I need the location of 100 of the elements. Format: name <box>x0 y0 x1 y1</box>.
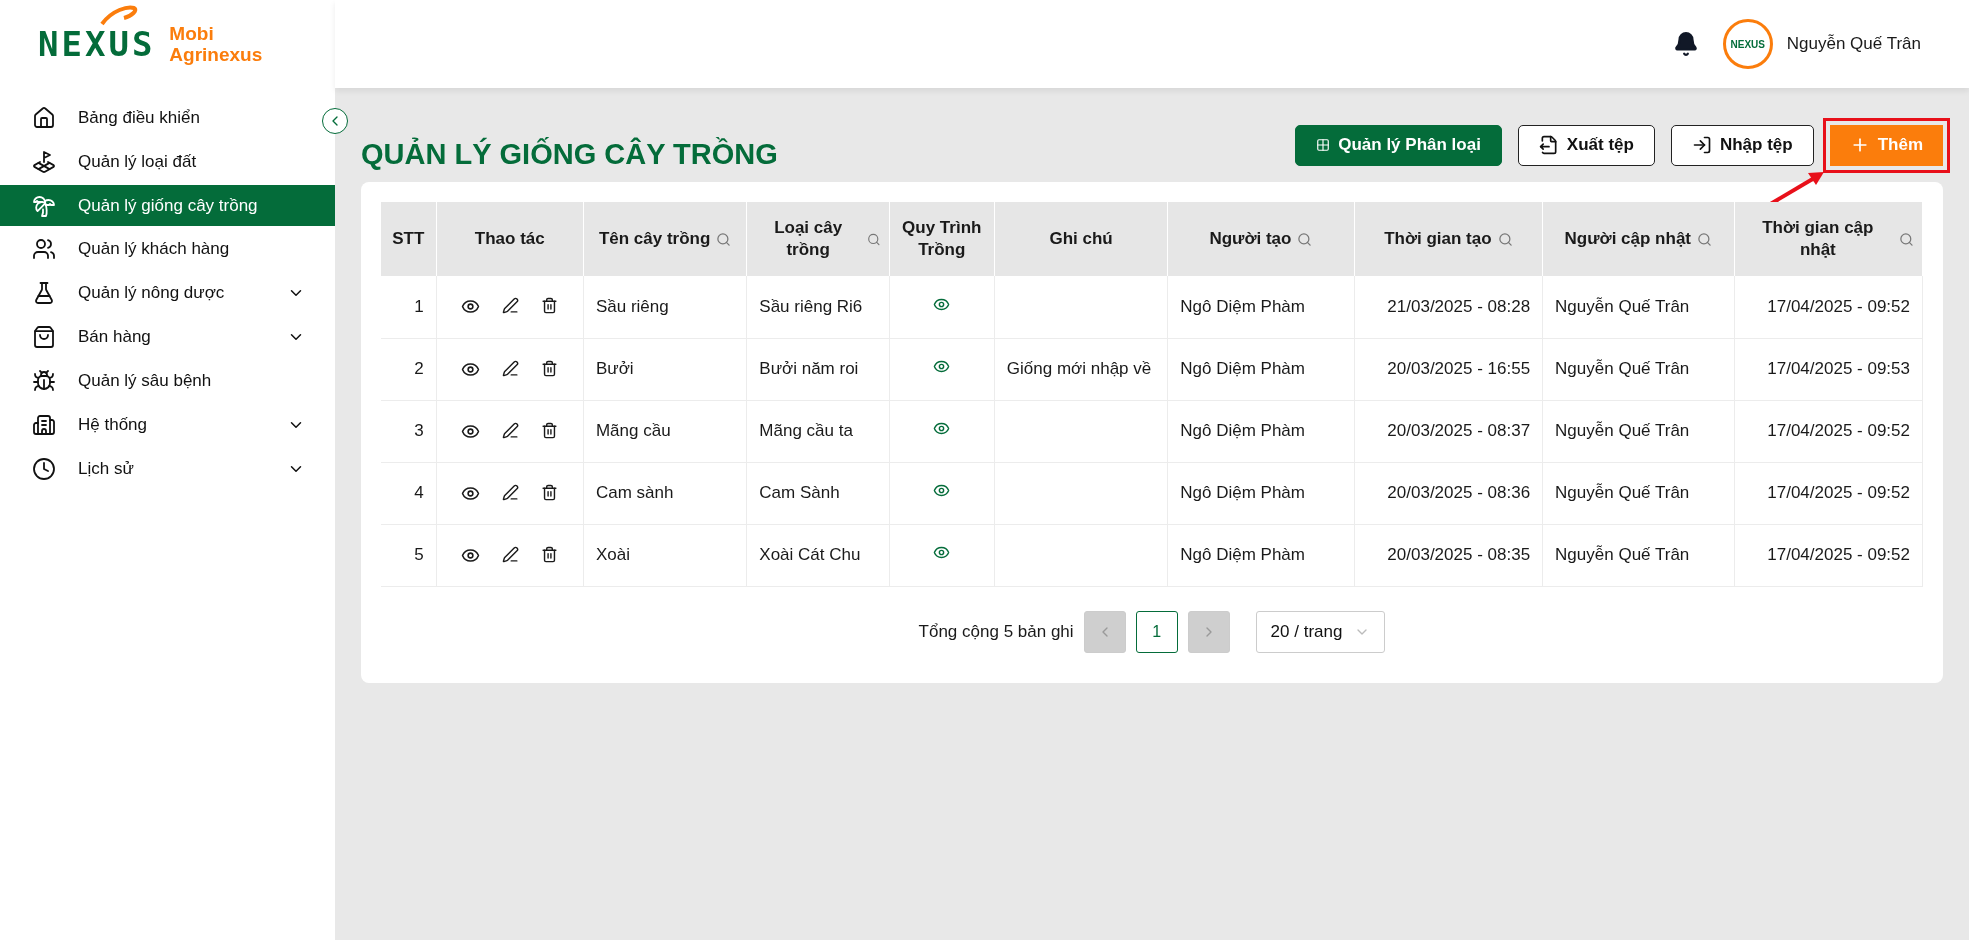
table-cell: 20/03/2025 - 16:55 <box>1354 338 1543 400</box>
table-cell: Ngô Diệm Phàm <box>1167 524 1355 586</box>
table-cell: Ngô Diệm Phàm <box>1167 400 1355 462</box>
delete-icon[interactable] <box>541 421 559 439</box>
sidebar-item[interactable]: Bảng điều khiển <box>0 96 315 140</box>
user-avatar[interactable]: NEXUS <box>1722 19 1773 69</box>
search-icon[interactable] <box>1697 231 1712 247</box>
table-cell: Ngô Diệm Phàm <box>1167 462 1355 524</box>
table-cell: 3 <box>381 400 437 462</box>
table-cell: 20/03/2025 - 08:35 <box>1354 524 1543 586</box>
table-cell: Mãng cầu <box>583 400 747 462</box>
building-icon <box>32 413 56 437</box>
table-cell: 5 <box>381 524 437 586</box>
import-icon <box>1691 135 1712 155</box>
search-icon[interactable] <box>867 231 881 247</box>
sidebar-item[interactable]: Quản lý nông dược <box>0 271 315 315</box>
table-cell: Mãng cầu ta <box>746 400 890 462</box>
table-cell: 20/03/2025 - 08:37 <box>1354 400 1543 462</box>
delete-icon[interactable] <box>541 483 559 501</box>
sidebar-item[interactable]: Quản lý khách hàng <box>0 227 315 271</box>
flask-icon <box>32 281 56 305</box>
user-name[interactable]: Nguyễn Quế Trân <box>1786 34 1921 54</box>
export-button[interactable]: Xuất tệp <box>1517 124 1655 166</box>
home-icon <box>32 106 56 130</box>
search-icon[interactable] <box>716 231 732 247</box>
table-cell: Sầu riêng <box>583 276 747 338</box>
table-cell: 17/04/2025 - 09:52 <box>1734 462 1923 524</box>
table-cell: 21/03/2025 - 08:28 <box>1354 276 1543 338</box>
sidebar-item[interactable]: Quản lý giống cây trồng <box>0 185 335 226</box>
sidebar-item[interactable]: Bán hàng <box>0 315 315 359</box>
column-header: Ghi chú <box>994 202 1168 276</box>
sidebar-item[interactable]: Quản lý loại đất <box>0 140 315 184</box>
land-plot-icon <box>32 150 56 174</box>
table-cell: Xoài Cát Chu <box>746 524 890 586</box>
delete-icon[interactable] <box>541 359 559 377</box>
total-records: Tổng cộng 5 bản ghi <box>918 621 1074 642</box>
clock-icon <box>32 457 56 481</box>
view-process-icon[interactable] <box>933 482 951 499</box>
import-button[interactable]: Nhập tệp <box>1670 124 1814 166</box>
shopping-bag-icon <box>32 325 56 349</box>
grid-icon <box>1316 138 1331 152</box>
table-cell: Sầu riêng Ri6 <box>746 276 890 338</box>
table-cell: Ngô Diệm Phàm <box>1167 338 1355 400</box>
edit-icon[interactable] <box>502 483 520 501</box>
table-cell: Cam Sành <box>746 462 890 524</box>
table-cell: 20/03/2025 - 08:36 <box>1354 462 1543 524</box>
table-cell: Nguyễn Quế Trân <box>1542 462 1734 524</box>
sidebar-item[interactable]: Quản lý sâu bệnh <box>0 359 315 403</box>
page-size-select[interactable]: 20 / trang <box>1255 610 1386 653</box>
swoosh-icon <box>98 4 138 28</box>
table-cell: 17/04/2025 - 09:52 <box>1734 276 1923 338</box>
column-header: Loại cây trồng <box>746 202 890 276</box>
notification-bell-icon[interactable] <box>1672 31 1699 57</box>
column-header: Tên cây trồng <box>583 202 747 276</box>
table-cell: Cam sành <box>583 462 747 524</box>
table-cell: Ngô Diệm Phàm <box>1167 276 1355 338</box>
file-export-icon <box>1538 135 1559 155</box>
column-header: STT <box>381 202 437 276</box>
table-cell: Xoài <box>583 524 747 586</box>
table-cell: 17/04/2025 - 09:53 <box>1734 338 1923 400</box>
edit-icon[interactable] <box>502 545 520 563</box>
table-cell: Nguyễn Quế Trân <box>1542 338 1734 400</box>
bug-icon <box>32 369 56 393</box>
table-cell: Nguyễn Quế Trân <box>1542 524 1734 586</box>
column-header: Thời gian cập nhật <box>1734 202 1923 276</box>
table-cell: 17/04/2025 - 09:52 <box>1734 524 1923 586</box>
column-header: Người cập nhật <box>1542 202 1734 276</box>
collapse-sidebar-button[interactable] <box>322 108 348 134</box>
search-icon[interactable] <box>1497 231 1513 247</box>
delete-icon[interactable] <box>541 545 559 563</box>
view-process-icon[interactable] <box>933 420 951 437</box>
search-icon[interactable] <box>1899 231 1914 247</box>
page-button[interactable]: 1 <box>1135 610 1178 653</box>
view-process-icon[interactable] <box>933 544 951 561</box>
table-cell: Bưởi năm roi <box>746 338 890 400</box>
sidebar-item[interactable]: Lịch sử <box>0 447 315 491</box>
logo: NEXUS <box>38 24 156 64</box>
edit-icon[interactable] <box>502 359 520 377</box>
sidebar-item[interactable]: Hệ thống <box>0 403 315 447</box>
column-header: Thao tác <box>436 202 584 276</box>
edit-icon[interactable] <box>502 421 520 439</box>
column-header: Quy Trình Trồng <box>889 202 995 276</box>
primary-button[interactable]: Quản lý Phân loại <box>1295 124 1502 166</box>
users-icon <box>32 237 56 261</box>
table-cell: Giống mới nhập về <box>994 338 1168 400</box>
table-cell: Nguyễn Quế Trân <box>1542 276 1734 338</box>
search-icon[interactable] <box>1297 231 1313 247</box>
delete-icon[interactable] <box>541 297 559 315</box>
column-header: Thời gian tạo <box>1354 202 1543 276</box>
brand-name: Mobi Agrinexus <box>169 23 263 65</box>
table-cell: Nguyễn Quế Trân <box>1542 400 1734 462</box>
table-cell: 4 <box>381 462 437 524</box>
view-process-icon[interactable] <box>933 358 951 375</box>
table-cell: 1 <box>381 276 437 338</box>
column-header: Người tạo <box>1167 202 1355 276</box>
table-cell: 2 <box>381 338 437 400</box>
edit-icon[interactable] <box>502 297 520 315</box>
table-cell: 17/04/2025 - 09:52 <box>1734 400 1923 462</box>
page-title: QUẢN LÝ GIỐNG CÂY TRỒNG <box>361 137 778 171</box>
table-cell: Bưởi <box>583 338 747 400</box>
